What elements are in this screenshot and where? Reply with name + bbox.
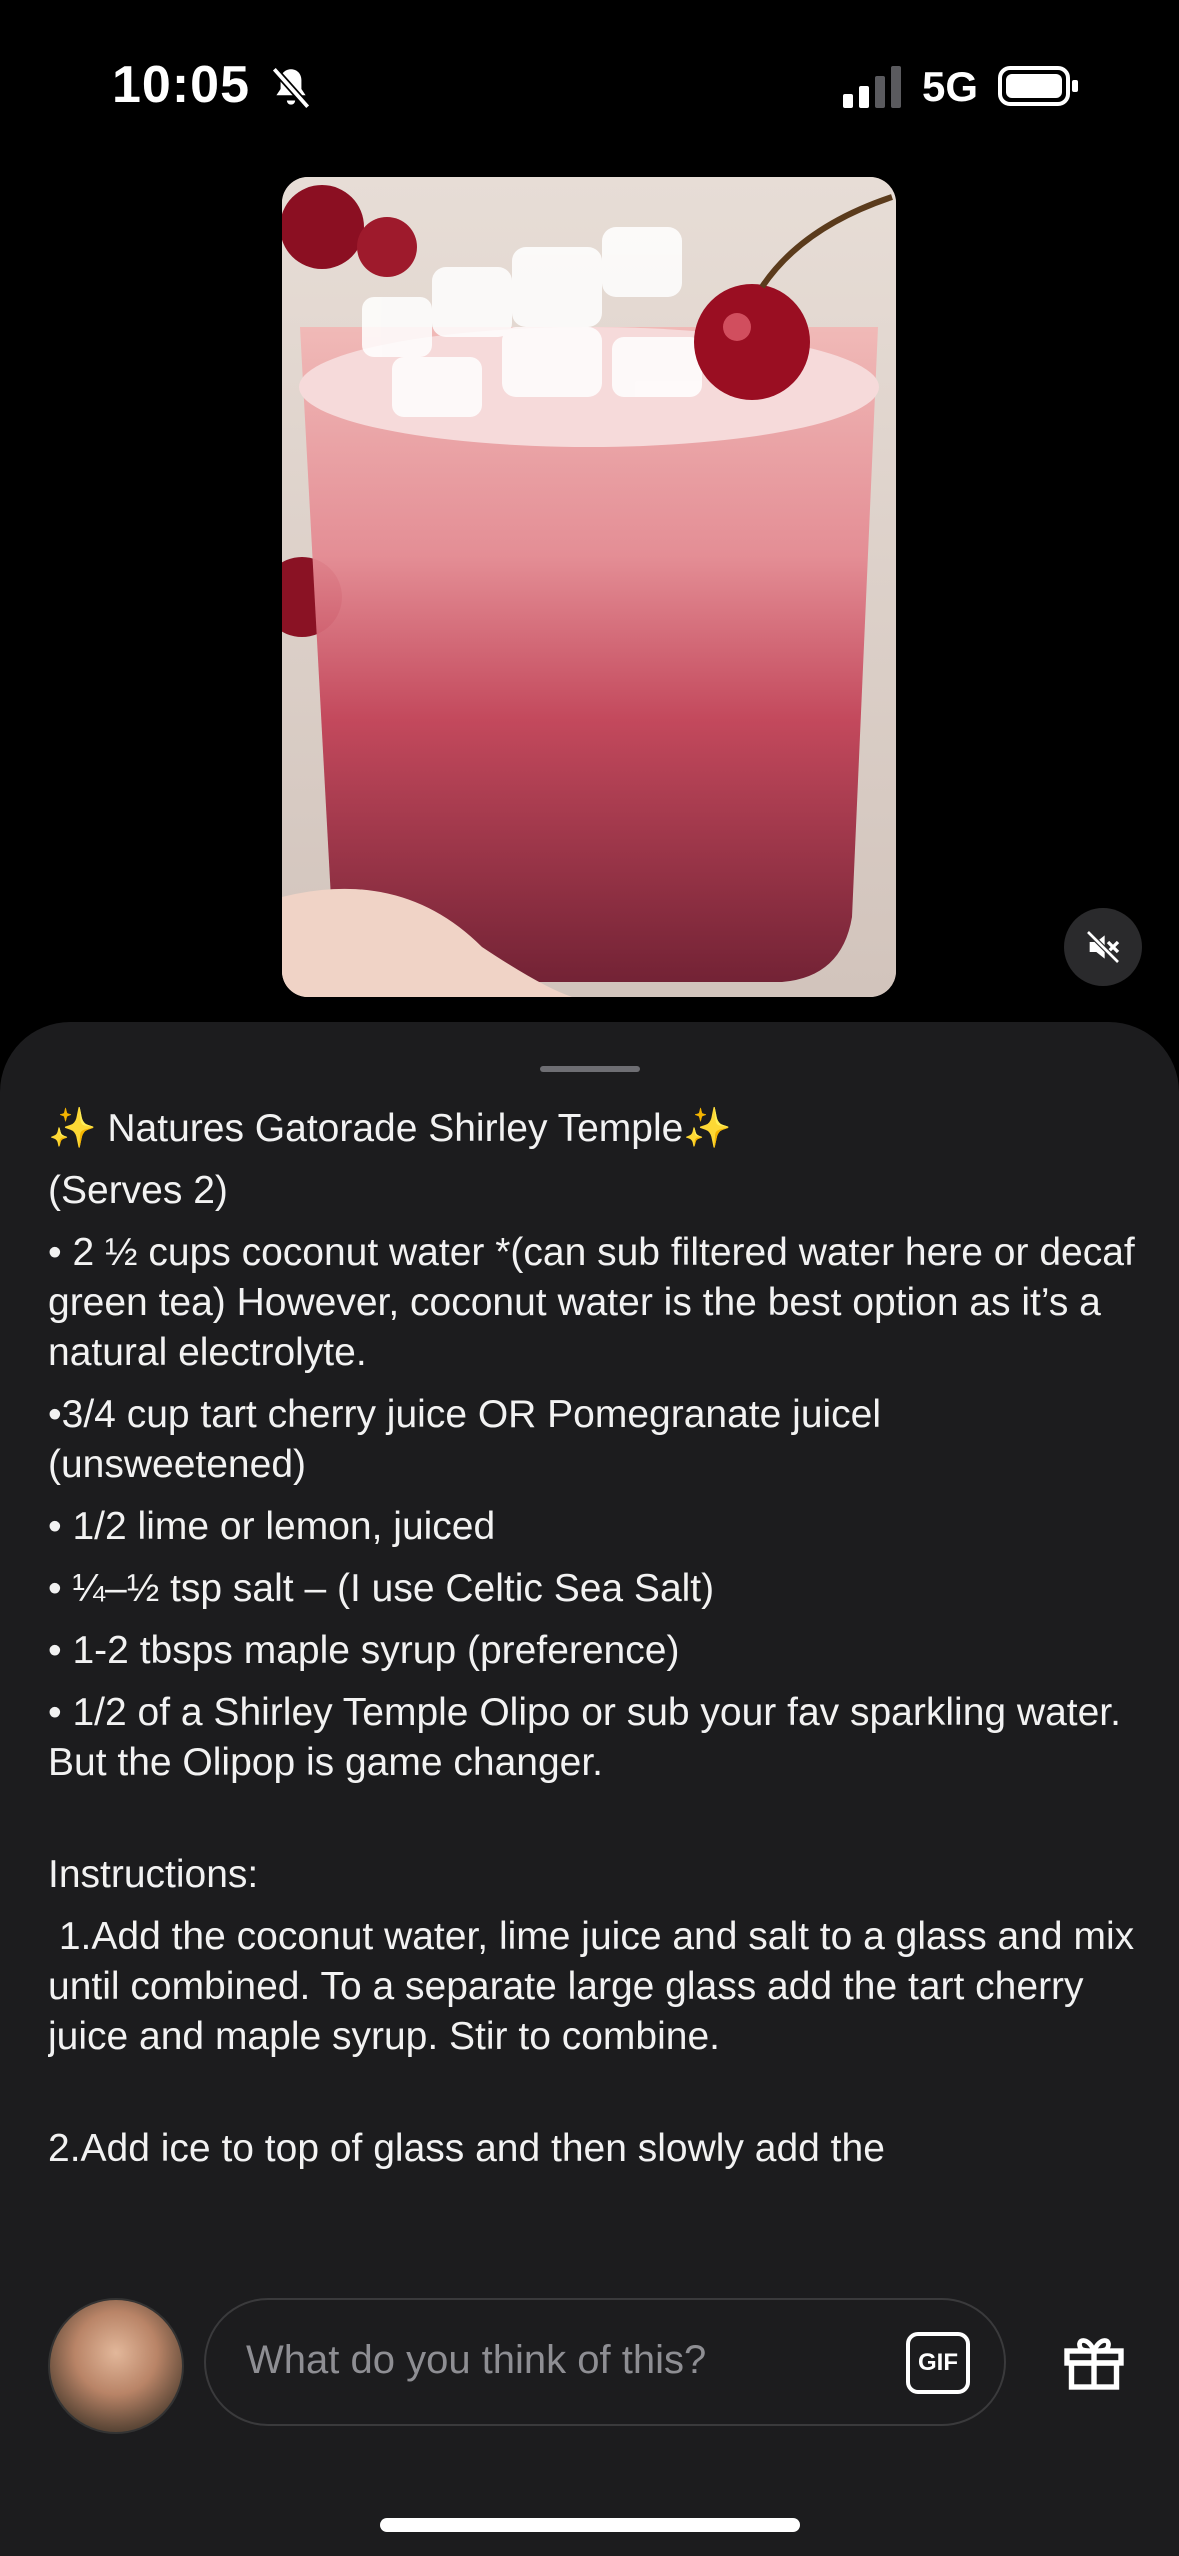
comment-bar: What do you think of this? GIF bbox=[0, 2272, 1179, 2556]
battery-icon bbox=[998, 66, 1078, 106]
ingredient-item: • 1-2 tbsps maple syrup (preference) bbox=[48, 1629, 680, 1672]
caption-serves: (Serves 2) bbox=[48, 1169, 228, 1212]
ingredient-item: • 1/2 of a Shirley Temple Olipo or sub y… bbox=[48, 1691, 1132, 1784]
ingredient-item: • 2 ½ cups coconut water *(can sub filte… bbox=[48, 1231, 1135, 1374]
speaker-muted-icon bbox=[1086, 930, 1120, 964]
gif-button[interactable]: GIF bbox=[906, 2332, 970, 2394]
instructions-heading: Instructions: bbox=[48, 1853, 259, 1896]
sheet-grabber[interactable] bbox=[540, 1066, 640, 1072]
home-indicator bbox=[380, 2518, 800, 2532]
mute-button[interactable] bbox=[1064, 908, 1142, 986]
gift-icon[interactable] bbox=[1058, 2324, 1130, 2396]
avatar[interactable] bbox=[48, 2298, 184, 2434]
caption-text: ✨ Natures Gatorade Shirley Temple✨ (Serv… bbox=[48, 1104, 1138, 2294]
caption-title: ✨ Natures Gatorade Shirley Temple✨ bbox=[48, 1107, 732, 1150]
status-time: 10:05 bbox=[112, 56, 250, 114]
instruction-step: 2.Add ice to top of glass and then slowl… bbox=[48, 2127, 885, 2170]
ingredient-item: •3/4 cup tart cherry juice OR Pomegranat… bbox=[48, 1393, 892, 1486]
post-image[interactable] bbox=[282, 177, 896, 997]
signal-icon bbox=[843, 66, 901, 108]
instruction-step: 1.Add the coconut water, lime juice and … bbox=[48, 1915, 1135, 2058]
network-type: 5G bbox=[922, 63, 979, 110]
comment-input[interactable]: What do you think of this? GIF bbox=[204, 2298, 1006, 2426]
ingredient-item: • 1/2 lime or lemon, juiced bbox=[48, 1505, 496, 1548]
bell-slash-icon bbox=[271, 66, 311, 110]
comment-placeholder[interactable]: What do you think of this? bbox=[246, 2338, 706, 2383]
ingredient-item: • ¼–½ tsp salt – (I use Celtic Sea Salt) bbox=[48, 1567, 715, 1610]
drink-illustration bbox=[282, 177, 896, 997]
status-bar: 10:05 5G bbox=[0, 0, 1179, 170]
